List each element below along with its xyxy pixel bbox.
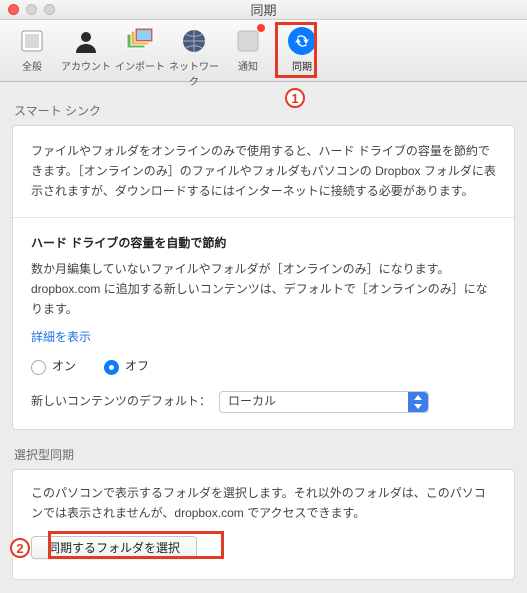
window-titlebar: 同期 [0, 0, 527, 20]
radio-label: オン [52, 357, 76, 377]
sync-icon [287, 26, 317, 56]
annotation-number-2: 2 [10, 538, 30, 558]
radio-off[interactable]: オフ [104, 357, 149, 377]
details-link[interactable]: 詳細を表示 [31, 328, 91, 348]
selective-sync-description: このパソコンで表示するフォルダを選択します。それ以外のフォルダは、このパソコンで… [31, 484, 496, 524]
radio-dot [31, 360, 46, 375]
tab-account[interactable]: アカウント [60, 24, 112, 75]
annotation-number-1: 1 [285, 88, 305, 108]
tab-label: 同期 [292, 58, 312, 73]
smart-sync-panel: ファイルやフォルダをオンラインのみで使用すると、ハード ドライブの容量を節約でき… [12, 125, 515, 430]
notification-badge [257, 24, 265, 32]
account-icon [71, 26, 101, 56]
new-content-default-row: 新しいコンテンツのデフォルト： ローカル [31, 391, 496, 413]
default-select[interactable]: ローカル [219, 391, 429, 413]
radio-on[interactable]: オン [31, 357, 76, 377]
smart-sync-description: ファイルやフォルダをオンラインのみで使用すると、ハード ドライブの容量を節約でき… [31, 142, 496, 201]
tab-label: 全般 [22, 58, 42, 73]
auto-save-radio-group: オン オフ [31, 357, 496, 377]
selective-sync-panel: このパソコンで表示するフォルダを選択します。それ以外のフォルダは、このパソコンで… [12, 469, 515, 580]
selective-sync-heading: 選択型同期 [14, 446, 513, 463]
radio-label: オフ [125, 357, 149, 377]
tab-label: インポート [115, 58, 165, 73]
smart-sync-heading: スマート シンク [14, 102, 513, 119]
select-value: ローカル [228, 392, 276, 412]
prefs-toolbar: 全般 アカウント インポート ネットワーク 通知 同期 [0, 20, 527, 82]
choose-folders-button[interactable]: 同期するフォルダを選択 [31, 536, 197, 559]
general-icon [17, 26, 47, 56]
tab-label: ネットワーク [168, 58, 220, 88]
auto-save-heading: ハード ドライブの容量を自動で節約 [31, 234, 496, 254]
import-icon [125, 26, 155, 56]
divider [13, 217, 514, 218]
radio-dot [104, 360, 119, 375]
tab-sync[interactable]: 同期 [276, 24, 328, 75]
tab-import[interactable]: インポート [114, 24, 166, 75]
tab-network[interactable]: ネットワーク [168, 24, 220, 90]
default-label: 新しいコンテンツのデフォルト： [31, 392, 211, 412]
tab-label: アカウント [61, 58, 111, 73]
auto-save-description: 数か月編集していないファイルやフォルダが［オンラインのみ］になります。dropb… [31, 260, 496, 319]
tab-notifications[interactable]: 通知 [222, 24, 274, 75]
chevron-updown-icon [408, 392, 428, 412]
tab-label: 通知 [238, 58, 258, 73]
tab-general[interactable]: 全般 [6, 24, 58, 75]
window-title: 同期 [0, 0, 527, 19]
network-icon [179, 26, 209, 56]
